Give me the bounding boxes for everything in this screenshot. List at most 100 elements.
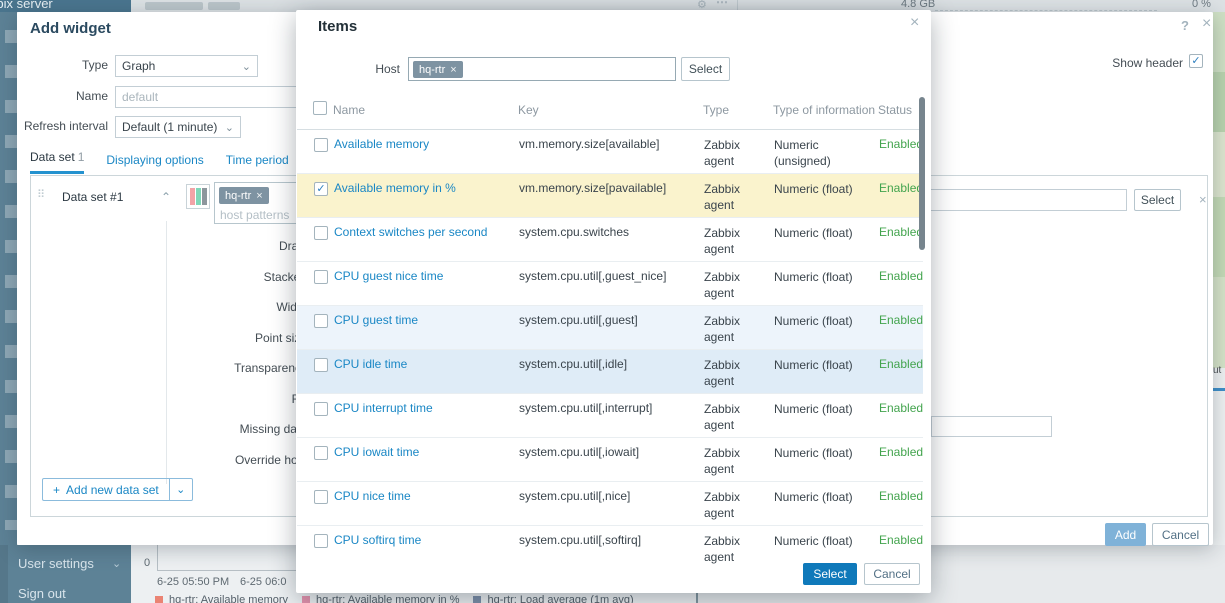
item-patterns-input[interactable] (911, 189, 1127, 211)
item-name-link[interactable]: CPU interrupt time (334, 401, 512, 415)
item-key: system.cpu.util[,guest_nice] (519, 269, 699, 283)
item-status-badge: Enabled (879, 357, 923, 371)
close-icon[interactable]: × (910, 16, 919, 30)
host-chip[interactable]: hq-rtr × (219, 187, 269, 204)
chevron-down-icon: ⌄ (176, 483, 185, 496)
table-row[interactable]: Available memory vm.memory.size[availabl… (297, 130, 923, 174)
tab-data-set[interactable]: Data set1 (30, 150, 84, 174)
host-chip-label: hq-rtr (225, 190, 251, 202)
item-type: Zabbix agent (704, 269, 766, 301)
tab-displaying-options[interactable]: Displaying options (106, 153, 203, 174)
chip-remove-icon[interactable]: × (256, 190, 262, 202)
item-name-link[interactable]: CPU softirq time (334, 533, 512, 547)
row-checkbox[interactable] (314, 138, 328, 152)
row-checkbox[interactable] (314, 226, 328, 240)
row-checkbox[interactable] (314, 402, 328, 416)
table-row[interactable]: CPU idle time system.cpu.util[,idle] Zab… (297, 350, 923, 394)
row-checkbox[interactable] (314, 490, 328, 504)
table-row[interactable]: CPU interrupt time system.cpu.util[,inte… (297, 394, 923, 438)
show-header-label: Show header (1037, 56, 1183, 70)
item-name-link[interactable]: CPU guest nice time (334, 269, 512, 283)
row-checkbox[interactable] (314, 270, 328, 284)
close-icon[interactable]: × (1202, 17, 1211, 31)
add-data-set-dropdown[interactable]: ⌄ (170, 478, 193, 501)
legend-color-square (473, 596, 481, 603)
dataset-field-labels: Draw Stacked Width Point size Transparen… (151, 239, 307, 483)
item-name-link[interactable]: Context switches per second (334, 225, 512, 239)
item-info-type: Numeric (float) (774, 533, 872, 549)
color-swatch[interactable] (186, 184, 210, 209)
item-info-type: Numeric (float) (774, 269, 872, 285)
swatch-gray (202, 188, 207, 205)
more-menu-icon[interactable]: ⋯ (716, 0, 728, 9)
item-type: Zabbix agent (704, 313, 766, 345)
sidebar-item-user-settings[interactable]: User settings (18, 556, 94, 571)
row-checkbox[interactable] (314, 358, 328, 372)
item-type: Zabbix agent (704, 401, 766, 433)
table-row[interactable]: CPU guest nice time system.cpu.util[,gue… (297, 262, 923, 306)
item-key: system.cpu.util[,guest] (519, 313, 699, 327)
items-cancel-button[interactable]: Cancel (864, 563, 920, 585)
row-checkbox[interactable] (314, 314, 328, 328)
table-row[interactable]: CPU guest time system.cpu.util[,guest] Z… (297, 306, 923, 350)
drag-handle-icon[interactable]: ⠿ (37, 188, 45, 201)
tab-label: Data set (30, 150, 75, 164)
table-row[interactable]: ✓ Available memory in % vm.memory.size[p… (297, 174, 923, 218)
item-key: system.cpu.util[,iowait] (519, 445, 699, 459)
select-all-checkbox[interactable] (313, 101, 327, 115)
item-key: system.cpu.util[,idle] (519, 357, 699, 371)
item-info-type: Numeric (float) (774, 401, 872, 417)
dataset-field-label: Fill (151, 392, 307, 423)
add-new-data-set-button[interactable]: + Add new data set ⌄ (42, 478, 193, 501)
item-name-link[interactable]: CPU nice time (334, 489, 512, 503)
legend-item: hq-rtr: Available memory (155, 594, 288, 603)
item-name-link[interactable]: Available memory in % (334, 181, 512, 195)
aggregation-input[interactable] (931, 416, 1052, 437)
item-key: system.cpu.util[,nice] (519, 489, 699, 503)
table-row[interactable]: CPU nice time system.cpu.util[,nice] Zab… (297, 482, 923, 526)
refresh-interval-select[interactable]: Default (1 minute) ⌄ (115, 116, 241, 138)
sidebar-item-sign-out[interactable]: Sign out (18, 586, 66, 601)
item-name-link[interactable]: Available memory (334, 137, 512, 151)
row-checkbox[interactable] (314, 446, 328, 460)
graph-legend: hq-rtr: Available memory hq-rtr: Availab… (155, 594, 634, 603)
item-name-link[interactable]: CPU guest time (334, 313, 512, 327)
type-select[interactable]: Graph ⌄ (115, 55, 258, 77)
remove-row-icon[interactable]: × (1199, 193, 1207, 207)
tab-time-period[interactable]: Time period (226, 153, 289, 174)
chip-remove-icon[interactable]: × (450, 64, 456, 76)
chevron-down-icon: ⌄ (242, 60, 251, 73)
help-icon[interactable]: ? (1181, 18, 1189, 33)
sidebar-collapsed-icon-column (0, 545, 8, 603)
table-row[interactable]: CPU softirq time system.cpu.util[,softir… (297, 526, 923, 564)
table-row[interactable]: Context switches per second system.cpu.s… (297, 218, 923, 262)
item-name-link[interactable]: CPU iowait time (334, 445, 512, 459)
cancel-button[interactable]: Cancel (1152, 523, 1209, 546)
server-name-label: Zabbix server (0, 0, 53, 11)
host-multiselect[interactable]: hq-rtr × (408, 57, 676, 81)
items-select-button[interactable]: Select (803, 563, 857, 585)
host-patterns-placeholder: host patterns (220, 208, 289, 222)
item-info-type: Numeric (float) (774, 357, 872, 373)
swatch-pink (190, 188, 195, 205)
scrollbar-thumb[interactable] (919, 97, 925, 250)
dataset-field-label: Missing data (151, 422, 307, 453)
host-chip[interactable]: hq-rtr × (413, 61, 463, 78)
add-button[interactable]: Add (1105, 523, 1146, 546)
host-select-button[interactable]: Select (681, 57, 730, 81)
show-header-checkbox[interactable]: ✓ (1189, 54, 1203, 68)
item-name-link[interactable]: CPU idle time (334, 357, 512, 371)
map-route-line (1213, 388, 1225, 391)
plus-icon: + (53, 483, 60, 497)
legend-color-square (155, 596, 163, 603)
row-checkbox[interactable]: ✓ (314, 182, 328, 196)
legend-label: hq-rtr: Available memory in % (316, 594, 459, 603)
item-info-type: Numeric (float) (774, 181, 872, 197)
row-checkbox[interactable] (314, 534, 328, 548)
dashed-divider (935, 10, 1157, 11)
table-row[interactable]: CPU iowait time system.cpu.util[,iowait]… (297, 438, 923, 482)
item-type: Zabbix agent (704, 489, 766, 521)
item-select-button[interactable]: Select (1134, 189, 1181, 211)
chevron-up-icon[interactable]: ⌃ (161, 190, 171, 204)
column-status: Status (878, 103, 912, 117)
